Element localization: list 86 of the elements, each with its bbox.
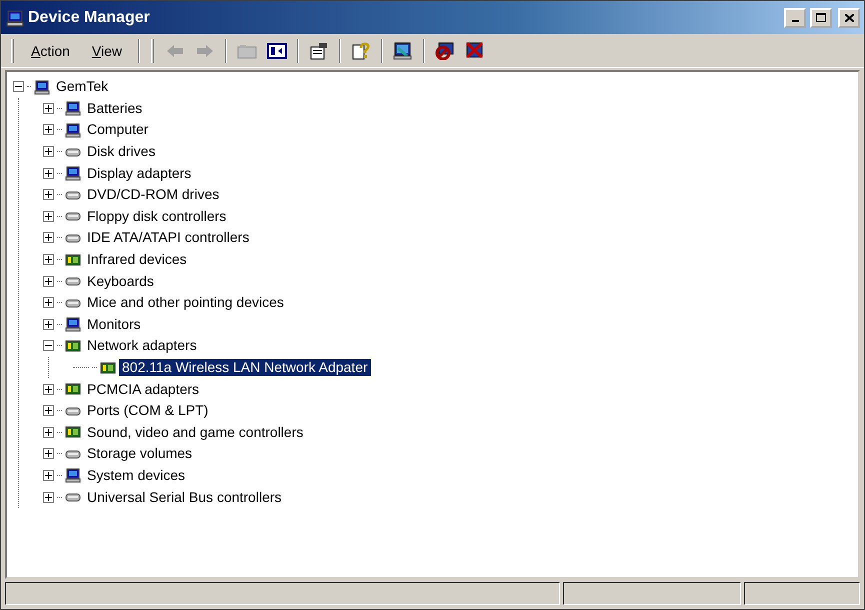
expand-button[interactable]	[43, 405, 54, 416]
window-title: Device Manager	[28, 8, 151, 26]
close-icon	[844, 14, 854, 22]
expand-button[interactable]	[43, 102, 54, 114]
plus-icon	[45, 170, 52, 177]
panel-icon	[267, 42, 288, 58]
tree-item[interactable]: Infrared devices	[84, 251, 190, 268]
tree-item[interactable]: Storage volumes	[84, 445, 196, 462]
back-arrow-icon	[165, 42, 186, 58]
computer-icon	[65, 165, 81, 182]
plus-icon	[45, 320, 52, 328]
maximize-button[interactable]	[810, 8, 832, 28]
plus-icon	[45, 212, 52, 220]
forward-arrow-icon	[195, 42, 216, 58]
tree-item[interactable]: Universal Serial Bus controllers	[84, 488, 285, 506]
tree-item[interactable]: Disk drives	[84, 143, 158, 160]
expand-button[interactable]	[43, 210, 54, 222]
folder-icon	[237, 42, 258, 58]
card-icon	[65, 252, 81, 268]
collapse-button[interactable]	[13, 81, 24, 92]
plus-icon	[45, 494, 52, 501]
computer-icon	[65, 316, 81, 332]
help-icon	[351, 42, 372, 60]
monitor-icon	[393, 42, 414, 60]
expand-button[interactable]	[43, 189, 54, 200]
tree-item[interactable]: Ports (COM & LPT)	[84, 402, 212, 420]
card-icon	[65, 381, 81, 398]
computer-icon	[65, 467, 81, 484]
tree-item[interactable]: Computer	[84, 121, 152, 138]
expand-button[interactable]	[43, 384, 54, 395]
computer-icon	[65, 100, 81, 116]
tree-item[interactable]: Floppy disk controllers	[84, 208, 230, 225]
plus-icon	[45, 234, 52, 242]
tree-item[interactable]: Batteries	[84, 100, 146, 117]
computer-icon	[34, 78, 50, 95]
tree-item[interactable]: Monitors	[84, 316, 144, 333]
expand-button[interactable]	[43, 146, 54, 158]
disable-icon	[435, 42, 456, 60]
expand-button[interactable]	[43, 470, 54, 481]
tree-item[interactable]: GemTek	[53, 78, 112, 96]
tree-item[interactable]: Mice and other pointing devices	[84, 294, 287, 312]
uninstall-icon	[465, 42, 486, 60]
plus-icon	[45, 472, 52, 479]
card-icon	[100, 360, 116, 376]
expand-button[interactable]	[43, 232, 54, 244]
expand-button[interactable]	[43, 448, 54, 460]
expand-button[interactable]	[43, 276, 54, 287]
plus-icon	[45, 278, 52, 285]
plus-icon	[45, 450, 52, 458]
expand-button[interactable]	[43, 492, 54, 503]
tree-item[interactable]: DVD/CD-ROM drives	[84, 186, 222, 204]
tree-item[interactable]: Display adapters	[84, 164, 194, 182]
minimize-button[interactable]	[784, 8, 806, 28]
plus-icon	[45, 148, 52, 156]
computer-icon	[65, 122, 81, 138]
tree-item[interactable]: Sound, video and game controllers	[84, 424, 306, 441]
tree-item[interactable]: Network adapters	[84, 337, 200, 354]
expand-button[interactable]	[43, 297, 54, 308]
plus-icon	[45, 407, 52, 414]
tree-item[interactable]: System devices	[84, 466, 188, 484]
tree-item[interactable]: PCMCIA adapters	[84, 380, 202, 398]
minimize-icon	[792, 20, 798, 22]
expand-button[interactable]	[43, 426, 54, 438]
tree-item[interactable]: 802.11a Wireless LAN Network Adpater	[119, 359, 371, 376]
plus-icon	[45, 299, 52, 306]
expand-button[interactable]	[43, 254, 54, 266]
plus-icon	[45, 126, 52, 134]
expand-button[interactable]	[43, 318, 54, 330]
plus-icon	[45, 104, 52, 112]
close-button[interactable]	[838, 8, 860, 28]
collapse-button[interactable]	[43, 340, 54, 352]
menu-item[interactable]: Action	[22, 38, 79, 62]
card-icon	[65, 424, 81, 440]
computer-icon	[6, 8, 24, 26]
plus-icon	[45, 256, 52, 264]
plus-icon	[45, 191, 52, 198]
maximize-icon	[816, 13, 826, 22]
menu-item[interactable]: View	[82, 38, 132, 62]
plus-icon	[45, 428, 52, 436]
tree-item[interactable]: IDE ATA/ATAPI controllers	[84, 229, 252, 246]
expand-button[interactable]	[43, 168, 54, 179]
properties-icon	[309, 42, 330, 60]
tree-item[interactable]: Keyboards	[84, 272, 157, 290]
plus-icon	[45, 386, 52, 393]
expand-button[interactable]	[43, 124, 54, 136]
card-icon	[65, 338, 81, 354]
